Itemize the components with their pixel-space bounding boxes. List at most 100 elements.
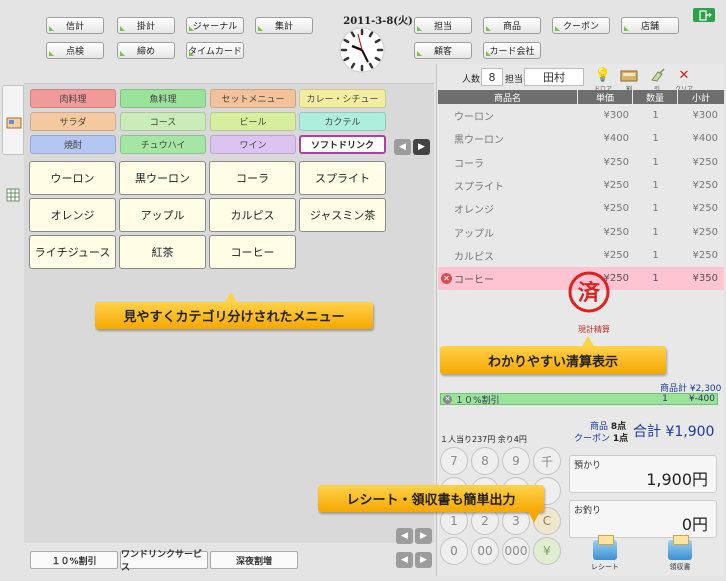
category-button[interactable]: セットメニュー [210, 89, 296, 108]
svg-text:済: 済 [578, 280, 601, 306]
category-button[interactable]: コース [120, 112, 206, 131]
clear-icon: ✕ [678, 68, 690, 83]
menu-item-button[interactable]: 黒ウーロン [119, 161, 206, 195]
menu-item-button[interactable]: ライチジュース [29, 235, 116, 269]
category-button[interactable]: 肉料理 [30, 89, 116, 108]
keypad-key[interactable]: 9 [502, 447, 530, 475]
tenpo-button[interactable]: 店舗 [621, 17, 679, 34]
menu-item-button[interactable]: ジャスミン茶 [299, 198, 386, 232]
grand-total: 合計 ¥1,900 [633, 424, 715, 440]
order-cell-subtotal: ¥250 [692, 179, 718, 191]
keypad-key[interactable]: 7 [440, 447, 468, 475]
cardco-button[interactable]: カード会社 [483, 42, 541, 59]
menu-item-button[interactable]: カルピス [209, 198, 296, 232]
journal-button[interactable]: ジャーナル [186, 17, 244, 34]
one-drink-service-button[interactable]: ワンドリンクサービス [120, 550, 208, 573]
shime-button[interactable]: 締め [117, 42, 175, 59]
menu-item-button[interactable]: アップル [119, 198, 206, 232]
category-prev-button[interactable]: ◀ [394, 139, 411, 155]
discount-remove-icon[interactable]: ✕ [443, 395, 452, 404]
order-row[interactable]: コーラ ¥250 1 ¥250 [438, 151, 724, 174]
menu-item-button[interactable]: オレンジ [29, 198, 116, 232]
register-icon [618, 68, 640, 84]
per-person-label: １人当り237円 余り4円 [440, 435, 527, 444]
order-cell-name: コーヒー [454, 275, 494, 287]
tanto-label: 担当 [505, 75, 524, 85]
order-row[interactable]: ウーロン ¥300 1 ¥300 [438, 104, 724, 127]
menu-prev-button[interactable]: ◀ [396, 528, 413, 544]
clock-icon [339, 27, 385, 73]
coupon-button[interactable]: クーポン [552, 17, 610, 34]
order-cell-subtotal: ¥250 [692, 156, 718, 168]
bottom-next-button[interactable]: ▶ [415, 552, 432, 568]
order-cell-qty: 1 [652, 179, 659, 191]
category-button[interactable]: チュウハイ [120, 135, 206, 154]
category-button[interactable]: ビール [210, 112, 296, 131]
order-cell-subtotal: ¥250 [692, 249, 718, 261]
category-button[interactable]: 焼酎 [30, 135, 116, 154]
order-row[interactable]: カルピス ¥250 1 ¥250 [438, 244, 724, 267]
order-row[interactable]: 黒ウーロン ¥400 1 ¥400 [438, 127, 724, 150]
keypad-key[interactable]: 00 [471, 537, 499, 565]
category-button[interactable]: ワイン [210, 135, 296, 154]
order-cell-price: ¥300 [603, 110, 629, 121]
discount-row[interactable]: ✕ １０%割引 1 ¥-400 [440, 393, 718, 406]
menu-item-button[interactable]: コーヒー [209, 235, 296, 269]
deposit-label: 預かり [574, 461, 602, 471]
order-row[interactable]: オレンジ ¥250 1 ¥250 [438, 197, 724, 220]
order-cell-subtotal: ¥350 [692, 273, 718, 285]
deposit-box[interactable]: 預かり 1,900円 [569, 455, 717, 493]
category-button[interactable]: ソフトドリンク [299, 135, 386, 154]
order-cell-subtotal: ¥250 [692, 226, 718, 238]
category-next-button[interactable]: ▶ [413, 139, 430, 155]
menu-item-button[interactable]: 紅茶 [119, 235, 206, 269]
tenken-button[interactable]: 点検 [46, 42, 104, 59]
deposit-value: 1,900円 [646, 470, 708, 489]
late-night-surcharge-button[interactable]: 深夜割増 [210, 551, 298, 569]
receipt-callout-text: レシート・領収書も簡単出力 [346, 493, 516, 508]
invoice-print-button[interactable]: 領収書 [662, 535, 698, 574]
order-cell-qty: 1 [652, 156, 659, 168]
kokyaku-button[interactable]: 顧客 [414, 42, 472, 59]
settle-callout-text: わかりやすい清算表示 [487, 354, 618, 370]
receipt-print-button[interactable]: レシート [587, 535, 623, 574]
menu-callout: 見やすくカテゴリ分けされたメニュー [95, 292, 373, 329]
shinkei-button[interactable]: 信計 [46, 17, 104, 34]
menu-next-button[interactable]: ▶ [415, 528, 432, 544]
kakekei-button[interactable]: 掛計 [117, 17, 175, 34]
menu-pager: ◀ ▶ [396, 528, 432, 544]
menu-callout-text: 見やすくカテゴリ分けされたメニュー [123, 310, 345, 325]
category-button[interactable]: サラダ [30, 112, 116, 131]
table-side-icon[interactable] [6, 188, 20, 202]
stamp-caption: 現計精算 [578, 325, 610, 334]
keypad-key[interactable]: ¥ [533, 537, 561, 565]
header-price: 単価 [578, 90, 633, 104]
ninzu-label: 人数 [462, 75, 481, 85]
menu-item-button[interactable]: コーラ [209, 161, 296, 195]
order-row[interactable]: アップル ¥250 1 ¥250 [438, 221, 724, 244]
keypad-key[interactable]: 千 [533, 447, 561, 475]
category-button[interactable]: カクテル [299, 112, 386, 131]
tanto-field[interactable]: 田村 [524, 68, 584, 86]
menu-side-tab[interactable] [2, 85, 24, 155]
order-row[interactable]: スプライト ¥250 1 ¥250 [438, 174, 724, 197]
bottom-pager: ◀ ▶ [396, 552, 432, 568]
keypad-key[interactable]: 000 [502, 537, 530, 565]
discount-10-button[interactable]: １０%割引 [30, 551, 118, 569]
order-cell-qty: 1 [652, 203, 659, 215]
shukei-button[interactable]: 集計 [255, 17, 313, 34]
menu-item-button[interactable]: ウーロン [29, 161, 116, 195]
order-cell-name: カルピス [454, 251, 494, 263]
ninzu-field[interactable]: 8 [481, 68, 503, 86]
bottom-prev-button[interactable]: ◀ [396, 552, 413, 568]
keypad-key[interactable]: 0 [440, 537, 468, 565]
exit-icon[interactable] [693, 8, 715, 22]
keypad-key[interactable]: 8 [471, 447, 499, 475]
timecard-button[interactable]: タイムカード [186, 42, 244, 59]
menu-item-button[interactable]: スプライト [299, 161, 386, 195]
coupon-count: クーポン 1点 [574, 434, 629, 444]
order-cell-name: コーラ [454, 158, 484, 170]
category-button[interactable]: 魚料理 [120, 89, 206, 108]
shohin-button[interactable]: 商品 [483, 17, 541, 34]
category-button[interactable]: カレー・シチュー [299, 89, 386, 108]
